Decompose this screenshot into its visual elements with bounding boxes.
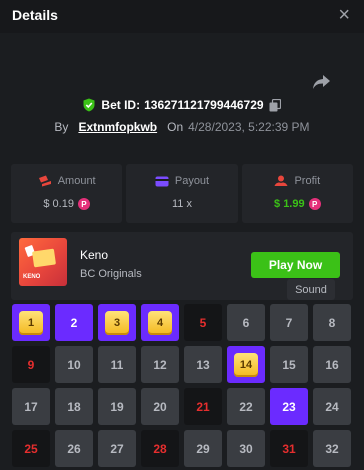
keno-tile-32[interactable]: 32 [313,430,351,467]
bet-id-label: Bet ID: [101,98,141,112]
amount-label: Amount [57,175,96,187]
keno-tile-30[interactable]: 30 [227,430,265,467]
amount-icon [38,175,51,187]
keno-tile-1[interactable]: 1 [12,304,50,341]
amount-stat: Amount $ 0.19 P [11,164,123,223]
keno-tile-31[interactable]: 31 [270,430,308,467]
keno-tile-15[interactable]: 15 [270,346,308,383]
keno-grid: 1 2 3 4 5 6 7 8 9 10 11 12 13 14 15 16 17 18 19 20 21 22 23 24 2… [12,304,352,470]
shield-check-icon [83,98,95,112]
keno-tile-25[interactable]: 25 [12,430,50,467]
sound-tooltip: Sound [287,279,335,300]
game-name: Keno [80,248,109,262]
thumbnail-label: KENO [23,274,41,280]
keno-tile-18[interactable]: 18 [55,388,93,425]
keno-tile-16[interactable]: 16 [313,346,351,383]
keno-tile-20[interactable]: 20 [141,388,179,425]
profit-stat: Profit $ 1.99 P [241,164,353,223]
keno-tile-14[interactable]: 14 [227,346,265,383]
gem-icon: 3 [105,310,129,335]
keno-tile-3[interactable]: 3 [98,304,136,341]
keno-tile-17[interactable]: 17 [12,388,50,425]
keno-tile-22[interactable]: 22 [227,388,265,425]
amount-value: $ 0.19 [43,198,74,210]
payout-value: 11 x [172,198,192,210]
keno-tile-19[interactable]: 19 [98,388,136,425]
keno-tile-9[interactable]: 9 [12,346,50,383]
close-icon[interactable]: × [338,4,350,26]
keno-tile-26[interactable]: 26 [55,430,93,467]
payout-icon [155,176,169,186]
payout-label: Payout [174,175,210,187]
keno-tile-11[interactable]: 11 [98,346,136,383]
coin-icon: P [308,198,321,210]
modal-title: Details [12,7,58,23]
keno-tile-12[interactable]: 12 [141,346,179,383]
keno-tile-6[interactable]: 6 [227,304,265,341]
keno-tile-5[interactable]: 5 [184,304,222,341]
keno-tile-21[interactable]: 21 [184,388,222,425]
coin-icon: P [77,198,90,210]
gem-icon: 1 [19,310,43,335]
play-now-button[interactable]: Play Now [251,252,340,278]
copy-icon[interactable] [269,98,281,112]
keno-tile-2[interactable]: 2 [55,304,93,341]
gem-icon: 4 [148,310,172,335]
bet-author-row: By Extnmfopkwb On 4/28/2023, 5:22:39 PM [0,119,364,135]
keno-tile-24[interactable]: 24 [313,388,351,425]
keno-thumbnail[interactable]: KENO [19,238,67,286]
share-icon[interactable] [311,73,331,91]
keno-tile-10[interactable]: 10 [55,346,93,383]
keno-tile-4[interactable]: 4 [141,304,179,341]
game-provider: BC Originals [80,268,142,280]
keno-tile-13[interactable]: 13 [184,346,222,383]
profit-icon [274,175,288,186]
profit-label: Profit [294,175,321,187]
keno-tile-7[interactable]: 7 [270,304,308,341]
bet-id-value: 136271121799446729 [144,98,264,112]
bet-stats: Amount $ 0.19 P Payout 11 x Profit $ 1.9… [11,164,353,223]
keno-tile-29[interactable]: 29 [184,430,222,467]
payout-stat: Payout 11 x [126,164,238,223]
keno-tile-28[interactable]: 28 [141,430,179,467]
keno-tile-8[interactable]: 8 [313,304,351,341]
on-label: On [167,120,184,134]
bet-datetime: 4/28/2023, 5:22:39 PM [188,120,310,134]
modal-header: Details × [0,0,364,33]
profit-value: $ 1.99 [274,198,305,210]
username-link[interactable]: Extnmfopkwb [78,120,157,134]
bet-id-row: Bet ID: 136271121799446729 [0,96,364,114]
keno-tile-23[interactable]: 23 [270,388,308,425]
gem-icon: 14 [234,352,258,377]
by-label: By [54,120,69,134]
keno-tile-27[interactable]: 27 [98,430,136,467]
